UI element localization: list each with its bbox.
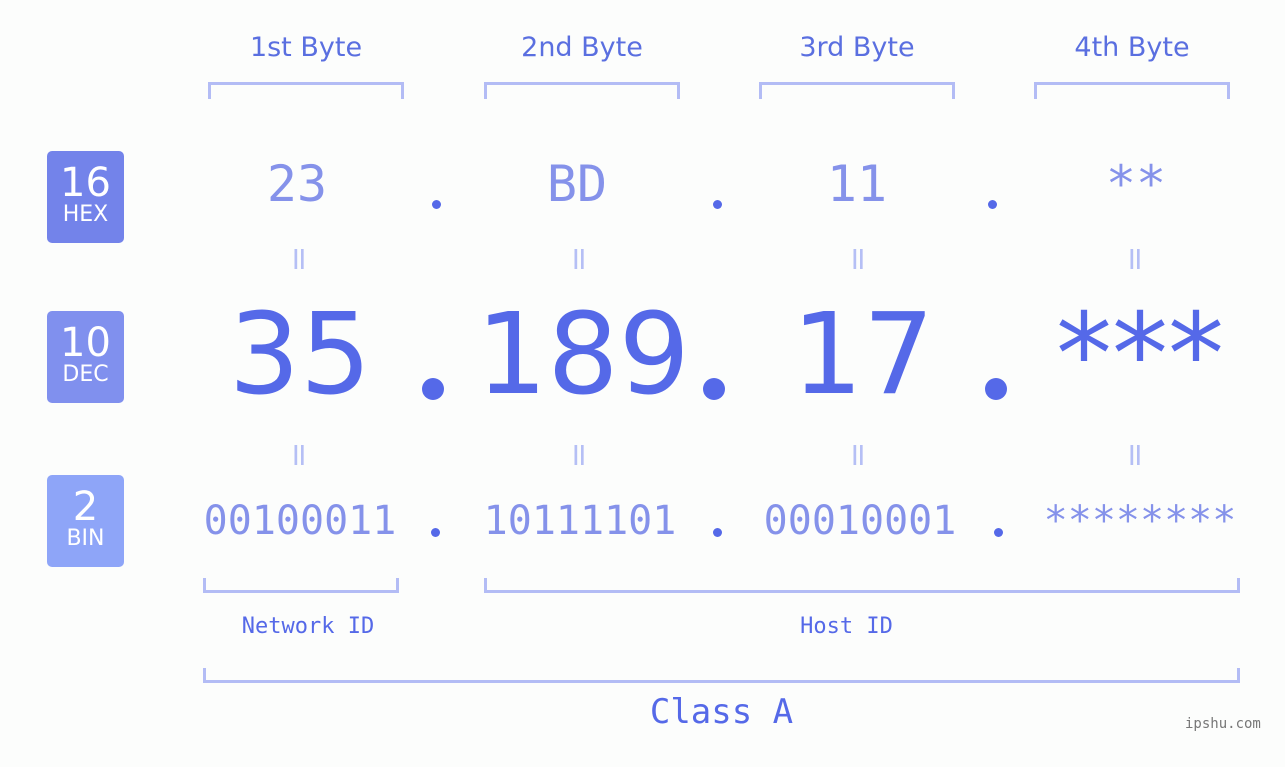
- equals-icon: =: [281, 441, 319, 469]
- dec-byte-4: ***: [1056, 290, 1224, 420]
- bin-byte-1: 00100011: [203, 498, 397, 544]
- class-label: Class A: [649, 692, 794, 732]
- dec-dot-3: [985, 378, 1007, 400]
- hex-byte-4: **: [1105, 155, 1167, 213]
- class-bracket: [203, 668, 1240, 683]
- equals-icon: =: [561, 245, 599, 273]
- bin-dot-1: [431, 528, 440, 537]
- byte-bracket-1: [208, 82, 404, 99]
- host-id-bracket: [484, 578, 1240, 593]
- hex-badge: 16 HEX: [47, 151, 124, 243]
- hex-badge-base: 16: [60, 160, 111, 206]
- dec-badge: 10 DEC: [47, 311, 124, 403]
- bin-byte-2: 10111101: [483, 498, 677, 544]
- byte-bracket-3: [759, 82, 955, 99]
- dec-byte-1: 35: [228, 290, 372, 420]
- bin-badge-base: 2: [72, 484, 99, 530]
- byte-bracket-2: [484, 82, 680, 99]
- network-id-bracket: [203, 578, 399, 593]
- hex-dot-3: [988, 200, 997, 209]
- dec-byte-2: 189: [476, 290, 690, 420]
- dec-dot-2: [703, 378, 725, 400]
- bin-byte-3: 00010001: [763, 498, 957, 544]
- hex-dot-1: [432, 200, 441, 209]
- bin-badge-label: BIN: [66, 526, 105, 551]
- equals-icon: =: [1117, 441, 1155, 469]
- byte-header-1: 1st Byte: [249, 32, 363, 63]
- equals-icon: =: [840, 245, 878, 273]
- bin-badge: 2 BIN: [47, 475, 124, 567]
- byte-bracket-4: [1034, 82, 1230, 99]
- equals-icon: =: [561, 441, 599, 469]
- dec-byte-3: 17: [791, 290, 935, 420]
- hex-byte-3: 11: [826, 155, 888, 213]
- equals-icon: =: [281, 245, 319, 273]
- dec-dot-1: [422, 378, 444, 400]
- hex-byte-2: BD: [546, 155, 608, 213]
- byte-header-4: 4th Byte: [1074, 32, 1190, 63]
- host-id-label: Host ID: [800, 614, 893, 639]
- byte-header-2: 2nd Byte: [521, 32, 643, 63]
- dec-badge-base: 10: [60, 320, 111, 366]
- byte-header-3: 3rd Byte: [799, 32, 915, 63]
- bin-dot-2: [713, 528, 722, 537]
- equals-icon: =: [840, 441, 878, 469]
- hex-dot-2: [713, 200, 722, 209]
- bin-dot-3: [994, 528, 1003, 537]
- hex-badge-label: HEX: [62, 202, 109, 227]
- watermark: ipshu.com: [1185, 716, 1261, 732]
- equals-icon: =: [1117, 245, 1155, 273]
- hex-byte-1: 23: [266, 155, 328, 213]
- network-id-label: Network ID: [241, 614, 375, 639]
- dec-badge-label: DEC: [62, 362, 109, 387]
- bin-byte-4: ********: [1043, 498, 1237, 544]
